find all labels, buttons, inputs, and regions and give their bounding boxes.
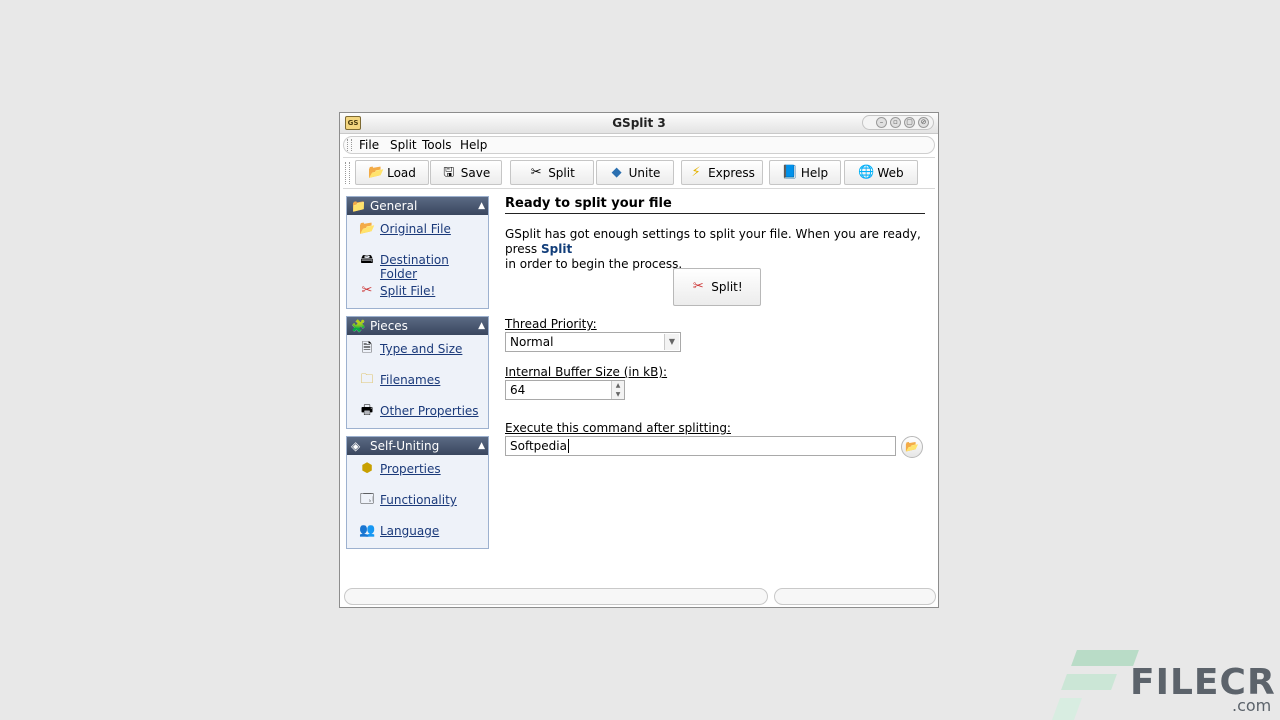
browse-button[interactable]: 📂 bbox=[901, 436, 923, 458]
status-segment-right bbox=[774, 588, 936, 605]
buffer-size-label: Internal Buffer Size (in kB): bbox=[505, 365, 668, 379]
text-cursor bbox=[567, 439, 569, 453]
chevron-down-icon[interactable]: ▼ bbox=[664, 334, 679, 350]
sidebar-item-filenames[interactable]: 🗀 Filenames bbox=[347, 366, 488, 397]
sidebar-item-original-file[interactable]: 📂 Original File bbox=[347, 215, 488, 246]
close-icon[interactable]: ⊘ bbox=[918, 117, 929, 128]
other-properties-icon: 🖶 bbox=[360, 403, 374, 418]
panel-self-uniting: ◈ Self-Uniting ▲ ⬢ Properties 🗔 Function… bbox=[346, 436, 489, 549]
functionality-link[interactable]: Functionality bbox=[380, 493, 457, 507]
language-icon: 👥 bbox=[359, 523, 376, 538]
folder-open-icon: 📂 bbox=[368, 164, 385, 180]
folder-open-icon: 📂 bbox=[905, 440, 919, 453]
command-label: Execute this command after splitting: bbox=[505, 421, 731, 435]
menu-help[interactable]: Help bbox=[460, 138, 487, 152]
original-file-link[interactable]: Original File bbox=[380, 222, 451, 236]
filenames-link[interactable]: Filenames bbox=[380, 373, 440, 387]
load-button[interactable]: 📂 Load bbox=[355, 160, 429, 185]
sidebar-item-split-file[interactable]: ✂ Split File! bbox=[347, 277, 488, 308]
sidebar-item-language[interactable]: 👥 Language bbox=[347, 517, 488, 548]
scissors-icon: ✂ bbox=[692, 279, 704, 294]
buffer-size-stepper[interactable]: 64 ▲ ▼ bbox=[505, 380, 625, 400]
sidebar-item-properties[interactable]: ⬢ Properties bbox=[347, 455, 488, 486]
destination-folder-icon: 🖴 bbox=[360, 252, 374, 267]
panel-general: 📁 General ▲ 📂 Original File 🖴 Destinatio… bbox=[346, 196, 489, 309]
window-controls: – ▫ ▢ ⊘ bbox=[862, 115, 934, 130]
split-file-link[interactable]: Split File! bbox=[380, 284, 435, 298]
split-now-button[interactable]: ✂ Split! bbox=[673, 268, 761, 306]
status-bar bbox=[342, 588, 936, 606]
split-button[interactable]: ✂ Split bbox=[510, 160, 594, 185]
menu-split[interactable]: Split bbox=[390, 138, 417, 152]
type-size-icon: 🗎 bbox=[361, 341, 373, 356]
description-text: GSplit has got enough settings to split … bbox=[505, 227, 921, 271]
panel-pieces-header[interactable]: 🧩 Pieces ▲ bbox=[347, 317, 488, 335]
type-and-size-link[interactable]: Type and Size bbox=[380, 342, 462, 356]
panel-self-uniting-header[interactable]: ◈ Self-Uniting ▲ bbox=[347, 437, 488, 455]
status-segment-left bbox=[344, 588, 768, 605]
toolbar-grip[interactable] bbox=[345, 162, 350, 184]
watermark-suffix: .com bbox=[1232, 696, 1272, 715]
scissors-icon: ✂ bbox=[361, 283, 373, 298]
page-title: Ready to split your file bbox=[505, 196, 925, 214]
unite-icon: ◆ bbox=[611, 164, 622, 180]
panel-general-header[interactable]: 📁 General ▲ bbox=[347, 197, 488, 215]
panel-pieces: 🧩 Pieces ▲ 🗎 Type and Size 🗀 Filenames 🖶… bbox=[346, 316, 489, 429]
language-link[interactable]: Language bbox=[380, 524, 439, 538]
help-button[interactable]: 📘 Help bbox=[769, 160, 841, 185]
original-file-icon: 📂 bbox=[359, 221, 376, 236]
toolbar: 📂 Load 🖫 Save ✂ Split ◆ Unite ⚡ Express … bbox=[343, 157, 935, 189]
sidebar-item-destination-folder[interactable]: 🖴 Destination Folder bbox=[347, 246, 488, 281]
web-button[interactable]: 🌐 Web bbox=[844, 160, 918, 185]
collapse-icon[interactable]: ▲ bbox=[478, 437, 485, 455]
restore-icon[interactable]: ▫ bbox=[890, 117, 901, 128]
sidebar-item-functionality[interactable]: 🗔 Functionality bbox=[347, 486, 488, 517]
command-input[interactable]: Softpedia bbox=[505, 436, 896, 456]
properties-icon: ⬢ bbox=[361, 461, 373, 476]
self-uniting-icon: ◈ bbox=[351, 439, 361, 453]
collapse-icon[interactable]: ▲ bbox=[478, 317, 485, 335]
functionality-icon: 🗔 bbox=[359, 492, 375, 507]
other-properties-link[interactable]: Other Properties bbox=[380, 404, 479, 418]
app-window: GS GSplit 3 – ▫ ▢ ⊘ File Split Tools Hel… bbox=[339, 112, 939, 608]
split-keyword: Split bbox=[541, 242, 573, 256]
properties-link[interactable]: Properties bbox=[380, 462, 441, 476]
stepper-down-icon[interactable]: ▼ bbox=[611, 390, 624, 399]
sidebar-item-type-and-size[interactable]: 🗎 Type and Size bbox=[347, 335, 488, 366]
window-title: GSplit 3 bbox=[612, 116, 666, 130]
express-button[interactable]: ⚡ Express bbox=[681, 160, 763, 185]
lightning-icon: ⚡ bbox=[691, 164, 701, 180]
unite-button[interactable]: ◆ Unite bbox=[596, 160, 674, 185]
thread-priority-label: Thread Priority: bbox=[505, 317, 597, 331]
filenames-icon: 🗀 bbox=[360, 372, 374, 387]
watermark-logo: FILECR .com bbox=[1051, 650, 1280, 720]
collapse-icon[interactable]: ▲ bbox=[478, 197, 485, 215]
menu-file[interactable]: File bbox=[359, 138, 379, 152]
menu-grip[interactable] bbox=[347, 139, 352, 151]
title-bar: GS GSplit 3 – ▫ ▢ ⊘ bbox=[340, 113, 938, 134]
minimize-icon[interactable]: – bbox=[876, 117, 887, 128]
general-folder-icon: 📁 bbox=[351, 199, 366, 213]
save-button[interactable]: 🖫 Save bbox=[430, 160, 502, 185]
help-book-icon: 📘 bbox=[781, 164, 798, 180]
maximize-icon[interactable]: ▢ bbox=[904, 117, 915, 128]
thread-priority-select[interactable]: Normal ▼ bbox=[505, 332, 681, 352]
menu-tools[interactable]: Tools bbox=[422, 138, 452, 152]
globe-icon: 🌐 bbox=[858, 164, 875, 180]
save-icon: 🖫 bbox=[443, 164, 455, 180]
menu-bar: File Split Tools Help bbox=[343, 136, 935, 154]
pieces-icon: 🧩 bbox=[351, 319, 366, 333]
sidebar-item-other-properties[interactable]: 🖶 Other Properties bbox=[347, 397, 488, 428]
split-icon: ✂ bbox=[530, 164, 542, 180]
